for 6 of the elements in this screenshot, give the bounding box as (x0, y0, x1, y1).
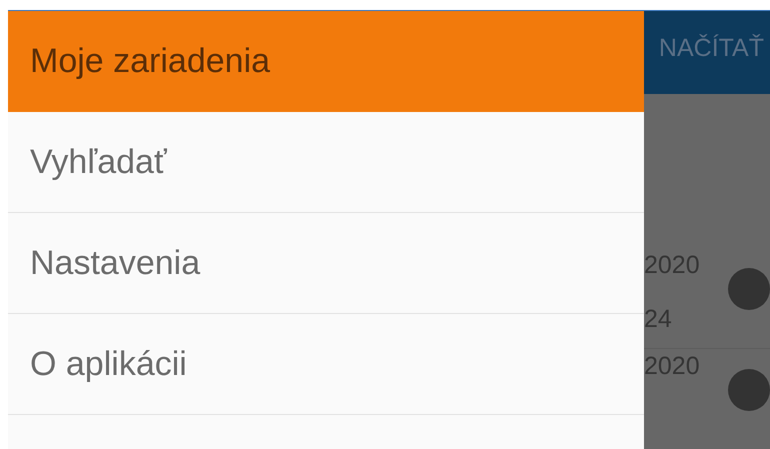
drawer-menu-item[interactable]: Moje zariadenia (8, 11, 644, 112)
status-dot-icon (728, 369, 770, 411)
drawer-menu-item[interactable]: Nastavenia (8, 213, 644, 314)
status-dot-icon (728, 268, 770, 310)
drawer-menu-item[interactable]: Vyhľadať (8, 112, 644, 213)
drawer-menu-item[interactable]: O aplikácii (8, 314, 644, 415)
